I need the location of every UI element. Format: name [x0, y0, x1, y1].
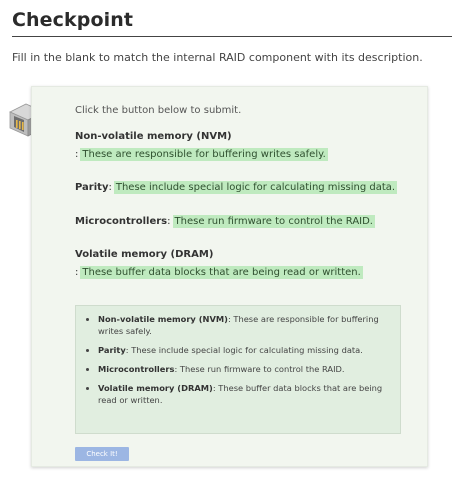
summary-item-microcontrollers: Microcontrollers: These run firmware to … [98, 363, 394, 375]
summary-item-nvm: Non-volatile memory (NVM): These are res… [98, 313, 394, 337]
summary-item-parity: Parity: These include special logic for … [98, 344, 394, 356]
nvm-answer-blank[interactable]: These are responsible for buffering writ… [80, 148, 328, 161]
dram-term-label: Volatile memory (DRAM) [75, 249, 214, 260]
submit-hint: Click the button below to submit. [75, 105, 242, 116]
nvm-term-label: Non-volatile memory (NVM) [75, 131, 232, 142]
instructions-text: Fill in the blank to match the internal … [12, 51, 423, 64]
parity-answer-blank[interactable]: These include special logic for calculat… [113, 181, 398, 194]
quiz-card: Click the button below to submit. Non-vo… [31, 86, 428, 467]
microcontrollers-answer-row: Microcontrollers: These run firmware to c… [75, 215, 375, 228]
microcontrollers-answer-blank[interactable]: These run firmware to control the RAID. [172, 215, 375, 228]
summary-list: Non-volatile memory (NVM): These are res… [80, 313, 394, 413]
dram-answer-blank[interactable]: These buffer data blocks that are being … [80, 266, 363, 279]
title-divider [12, 36, 452, 37]
nvm-answer-row: : These are responsible for buffering wri… [75, 148, 328, 161]
parity-answer-row: Parity: These include special logic for c… [75, 181, 398, 194]
summary-item-dram: Volatile memory (DRAM): These buffer dat… [98, 382, 394, 406]
dram-answer-row: : These buffer data blocks that are being… [75, 266, 363, 279]
answer-summary-box: Non-volatile memory (NVM): These are res… [75, 305, 401, 434]
page-title: Checkpoint [12, 9, 134, 31]
check-it-button[interactable]: Check It! [75, 447, 129, 461]
